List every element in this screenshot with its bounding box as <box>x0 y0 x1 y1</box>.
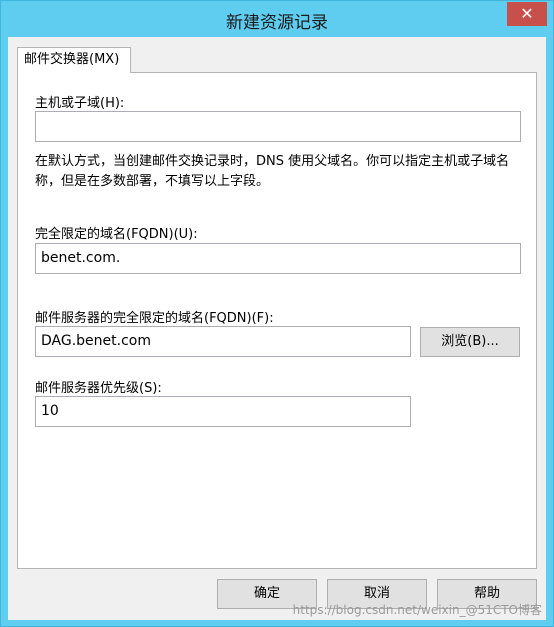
fqdn-input[interactable]: benet.com. <box>35 243 521 274</box>
tab-page-mx: 主机或子域(H): 在默认方式，当创建邮件交换记录时，DNS 使用父域名。你可以… <box>17 72 537 569</box>
host-hint-text: 在默认方式，当创建邮件交换记录时，DNS 使用父域名。你可以指定主机或子域名称，… <box>35 154 510 189</box>
window-title: 新建资源记录 <box>226 13 328 33</box>
host-label: 主机或子域(H): <box>35 96 125 111</box>
close-button[interactable]: ✕ <box>507 2 547 26</box>
mail-server-label: 邮件服务器的完全限定的域名(FQDN)(F): <box>35 311 274 326</box>
host-input[interactable] <box>35 111 521 142</box>
close-icon: ✕ <box>520 4 534 23</box>
tab-mx[interactable]: 邮件交换器(MX) <box>17 47 131 73</box>
dialog-window: 新建资源记录 ✕ 邮件交换器(MX) 主机或子域(H): 在默认方式，当创建邮件… <box>0 0 554 627</box>
watermark-text: https://blog.csdn.net/weixin_@51CTO博客 <box>292 603 542 617</box>
fqdn-label: 完全限定的域名(FQDN)(U): <box>35 227 198 242</box>
priority-input[interactable]: 10 <box>35 396 411 427</box>
browse-button[interactable]: 浏览(B)... <box>420 327 520 357</box>
priority-label: 邮件服务器优先级(S): <box>35 381 162 396</box>
title-bar[interactable]: 新建资源记录 ✕ <box>1 1 553 37</box>
dialog-client-area: 邮件交换器(MX) 主机或子域(H): 在默认方式，当创建邮件交换记录时，DNS… <box>8 37 546 620</box>
mail-server-input[interactable]: DAG.benet.com <box>35 326 411 357</box>
